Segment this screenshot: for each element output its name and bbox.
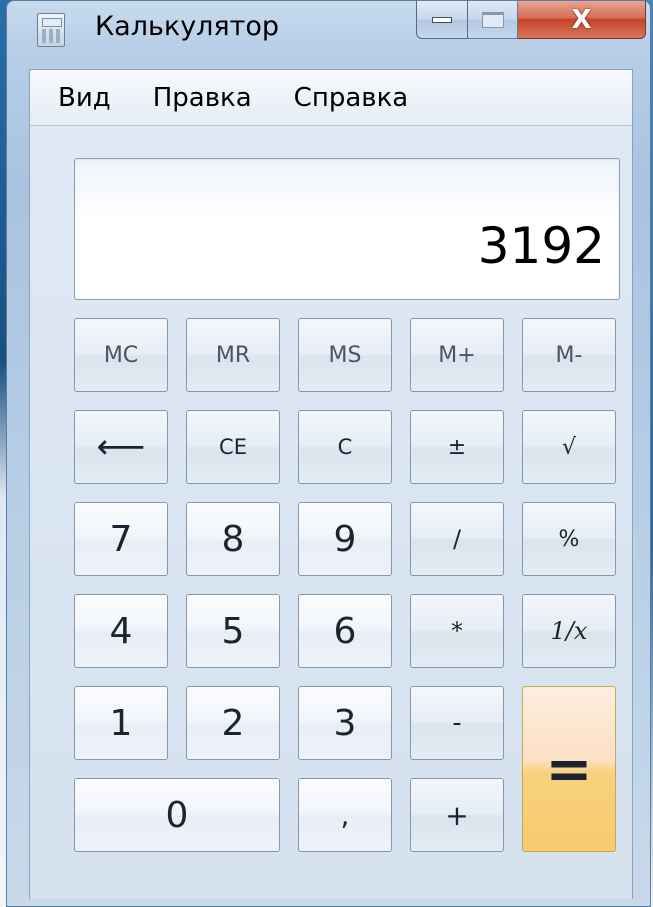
decimal-button[interactable]: , xyxy=(298,778,392,852)
backspace-button[interactable]: ⟵ xyxy=(74,410,168,484)
key-label: 7 xyxy=(109,518,133,560)
key-label: = xyxy=(545,736,593,802)
digit-9-button[interactable]: 9 xyxy=(298,502,392,576)
reciprocal-button[interactable]: 1/x xyxy=(522,594,616,668)
maximize-button[interactable] xyxy=(468,1,518,39)
backspace-icon: ⟵ xyxy=(96,427,146,467)
equals-button[interactable]: = xyxy=(522,686,616,852)
maximize-icon xyxy=(481,11,504,28)
key-label: √ xyxy=(561,434,577,460)
minimize-button[interactable] xyxy=(416,1,468,39)
add-button[interactable]: + xyxy=(410,778,504,852)
multiply-button[interactable]: * xyxy=(410,594,504,668)
minimize-icon xyxy=(432,16,452,23)
key-label: 2 xyxy=(221,702,245,744)
digit-1-button[interactable]: 1 xyxy=(74,686,168,760)
key-label: M+ xyxy=(438,342,476,368)
digit-7-button[interactable]: 7 xyxy=(74,502,168,576)
memory-store-button[interactable]: MS xyxy=(298,318,392,392)
memory-add-button[interactable]: M+ xyxy=(410,318,504,392)
digit-3-button[interactable]: 3 xyxy=(298,686,392,760)
key-label: 0 xyxy=(165,794,189,836)
key-label: % xyxy=(558,526,580,552)
key-label: - xyxy=(452,708,462,738)
title-bar[interactable]: Калькулятор X xyxy=(7,1,650,63)
key-label: ± xyxy=(447,434,467,460)
divide-button[interactable]: / xyxy=(410,502,504,576)
key-label: / xyxy=(452,525,462,553)
key-label: 9 xyxy=(333,518,357,560)
key-label: 8 xyxy=(221,518,245,560)
key-label: 1/x xyxy=(550,617,588,645)
digit-6-button[interactable]: 6 xyxy=(298,594,392,668)
close-button[interactable]: X xyxy=(518,1,646,39)
digit-5-button[interactable]: 5 xyxy=(186,594,280,668)
key-label: CE xyxy=(219,435,247,459)
subtract-button[interactable]: - xyxy=(410,686,504,760)
window-controls: X xyxy=(416,1,646,39)
percent-button[interactable]: % xyxy=(522,502,616,576)
close-icon: X xyxy=(571,4,592,35)
key-label: MR xyxy=(215,342,251,368)
key-label: , xyxy=(340,798,350,832)
menu-edit[interactable]: Правка xyxy=(153,83,252,113)
digit-4-button[interactable]: 4 xyxy=(74,594,168,668)
key-label: 1 xyxy=(109,702,133,744)
key-label: MS xyxy=(328,342,362,368)
memory-recall-button[interactable]: MR xyxy=(186,318,280,392)
memory-clear-button[interactable]: MC xyxy=(74,318,168,392)
key-label: 6 xyxy=(333,610,357,652)
key-label: M- xyxy=(555,342,583,368)
clear-button[interactable]: C xyxy=(298,410,392,484)
menu-bar: Вид Правка Справка xyxy=(30,70,632,126)
display-value: 3192 xyxy=(477,217,605,275)
digit-0-button[interactable]: 0 xyxy=(74,778,280,852)
key-label: C xyxy=(337,435,353,459)
memory-subtract-button[interactable]: M- xyxy=(522,318,616,392)
menu-help[interactable]: Справка xyxy=(294,83,409,113)
clear-entry-button[interactable]: CE xyxy=(186,410,280,484)
window-title: Калькулятор xyxy=(95,11,280,42)
digit-2-button[interactable]: 2 xyxy=(186,686,280,760)
key-label: + xyxy=(445,798,469,832)
calculator-window: Калькулятор X Вид Правка Справка 3192 MC… xyxy=(6,0,651,907)
key-label: MC xyxy=(103,342,139,368)
menu-view[interactable]: Вид xyxy=(58,83,111,113)
key-label: 4 xyxy=(109,610,133,652)
digit-8-button[interactable]: 8 xyxy=(186,502,280,576)
calculator-client-area: Вид Правка Справка 3192 MC MR MS M+ M- ⟵… xyxy=(29,69,633,899)
result-display: 3192 xyxy=(74,158,620,300)
square-root-button[interactable]: √ xyxy=(522,410,616,484)
key-label: 3 xyxy=(333,702,357,744)
key-label: 5 xyxy=(221,610,245,652)
plus-minus-button[interactable]: ± xyxy=(410,410,504,484)
calculator-app-icon xyxy=(37,13,65,47)
key-label: * xyxy=(451,617,463,645)
